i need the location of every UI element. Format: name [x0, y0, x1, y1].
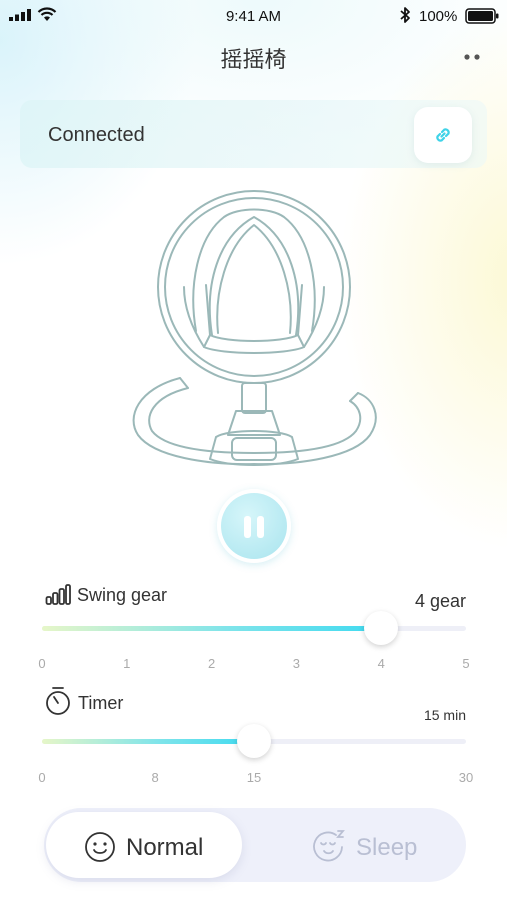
- pause-bar-left: [244, 516, 251, 538]
- timer-tick: 15: [246, 770, 262, 785]
- swing-chair-image: [132, 190, 377, 466]
- timer-tick: 0: [38, 770, 46, 785]
- timer-value: 15 min: [423, 707, 466, 723]
- timer-ticks: 0 8 15 30: [38, 770, 473, 788]
- timer-fill: [42, 739, 254, 744]
- battery-icon: [465, 8, 499, 24]
- link-icon: [436, 128, 450, 142]
- connection-card: Connected: [20, 100, 487, 168]
- swing_gear-tick: 3: [292, 656, 301, 671]
- swing-gear-label: Swing gear: [77, 585, 168, 605]
- page-title: 摇摇椅: [220, 47, 287, 72]
- swing-gear-slider[interactable]: [42, 611, 466, 645]
- smiley-icon: [85, 832, 115, 862]
- timer-label: Timer: [78, 693, 124, 713]
- mode-sleep-button[interactable]: Sleep: [274, 812, 464, 878]
- swing_gear-tick: 0: [38, 656, 46, 671]
- timer-tick: 8: [151, 770, 159, 785]
- link-button[interactable]: [414, 107, 472, 163]
- status-bar: 9:41 AM 100%: [0, 0, 507, 32]
- pause-button[interactable]: [217, 489, 291, 563]
- swing-gear-fill: [42, 626, 382, 631]
- bluetooth-icon: [400, 7, 410, 23]
- timer-slider[interactable]: [42, 724, 466, 758]
- connection-status: Connected: [48, 124, 145, 146]
- swing_gear-tick: 5: [462, 656, 470, 671]
- mode-normal-button[interactable]: Normal: [46, 812, 242, 878]
- swing-gear-ticks: 0 1 2 3 4 5: [38, 656, 470, 674]
- swing-gear-knob[interactable]: [364, 611, 399, 645]
- mode-normal-label: Normal: [126, 834, 204, 861]
- pause-bar-right: [257, 516, 264, 538]
- mode-sleep-label: Sleep: [356, 834, 418, 861]
- mode-switch: Normal Sleep: [44, 808, 466, 882]
- stopwatch-icon: [46, 687, 70, 715]
- swing_gear-tick: 4: [377, 656, 385, 671]
- swing_gear-tick: 2: [207, 656, 216, 671]
- swing_gear-tick: 1: [123, 656, 131, 671]
- swing-gear-value: 4 gear: [414, 591, 466, 611]
- bars-level-icon: [45, 584, 71, 605]
- pause-icon: [221, 493, 287, 559]
- more-dots-icon[interactable]: [458, 50, 486, 64]
- battery-percent: 100%: [419, 8, 458, 25]
- sleepy-face-icon: [313, 830, 345, 862]
- timer-knob[interactable]: [237, 724, 271, 758]
- timer-tick: 30: [458, 770, 474, 785]
